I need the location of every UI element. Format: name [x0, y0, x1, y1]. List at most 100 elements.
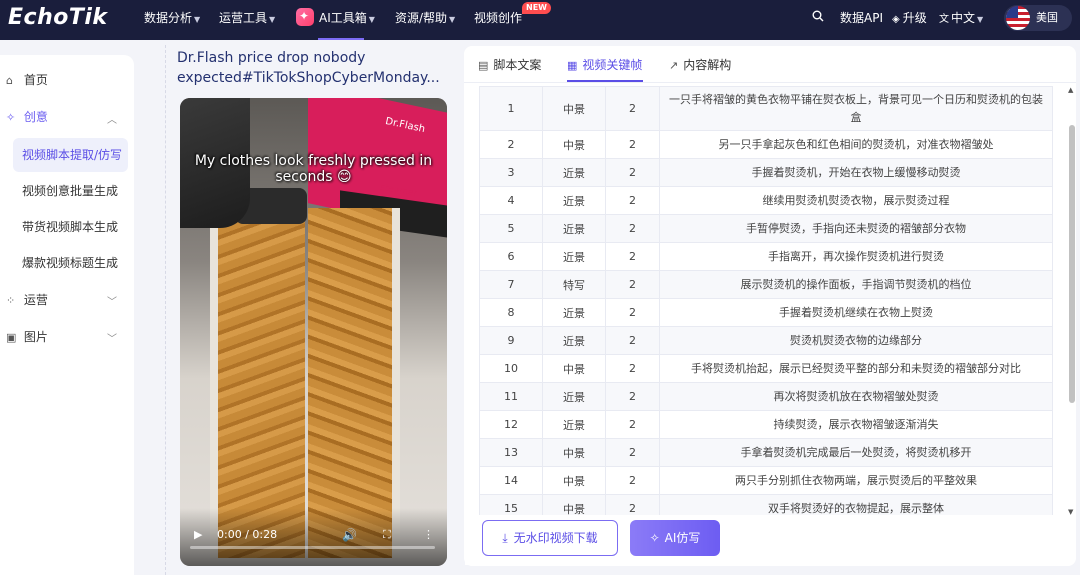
shot-number: 1 — [479, 86, 543, 131]
tab-label: 视频关键帧 — [582, 58, 643, 72]
sidebar-item-label: 图片 — [23, 330, 48, 344]
shot-scale: 近景 — [542, 214, 606, 243]
shot-number: 3 — [479, 158, 543, 187]
video-player[interactable]: Dr.Flash steamer My clothes look freshly… — [180, 98, 447, 566]
play-icon[interactable]: ▶ — [194, 528, 202, 541]
us-flag-icon — [1006, 6, 1030, 30]
document-icon: ▤ — [478, 59, 489, 72]
shot-number: 6 — [479, 242, 543, 271]
shot-number: 4 — [479, 186, 543, 215]
sidebar-item-operation[interactable]: ⁘ 运营 — [6, 288, 48, 312]
fullscreen-icon[interactable]: ⛶ — [383, 528, 391, 542]
echotik-logo[interactable]: EchoTik — [8, 5, 108, 30]
shot-description: 展示熨烫机的操作面板，手指调节熨烫机的档位 — [659, 270, 1053, 299]
lightbulb-icon: ✧ — [6, 111, 16, 124]
shot-duration: 2 — [605, 382, 660, 411]
shot-number: 7 — [479, 270, 543, 299]
video-caption: My clothes look freshly pressed in secon… — [194, 153, 433, 185]
shot-scale: 近景 — [542, 298, 606, 327]
table-row: 3 近景 2 手握着熨烫机，开始在衣物上缓慢移动熨烫 — [479, 158, 1053, 187]
chevron-down-icon[interactable]: ﹀ — [107, 330, 117, 345]
search-icon[interactable] — [812, 10, 824, 25]
nav-upgrade[interactable]: ◈ 升级 — [892, 0, 927, 40]
sidebar-item-video-script-extract[interactable]: 视频脚本提取/仿写 — [13, 138, 128, 172]
nav-label: 运营工具 — [219, 11, 268, 25]
video-frame-cloth — [308, 208, 400, 558]
shot-description: 手指离开，再次操作熨烫机进行熨烫 — [659, 242, 1053, 271]
sidebar-item-home[interactable]: ⌂ 首页 — [6, 68, 48, 92]
shot-duration: 2 — [605, 354, 660, 383]
shot-number: 10 — [479, 354, 543, 383]
shot-duration: 2 — [605, 130, 660, 159]
shot-duration: 2 — [605, 186, 660, 215]
grid-dots-icon: ⁘ — [6, 294, 16, 307]
volume-icon[interactable]: 🔊 — [342, 528, 357, 542]
sidebar-item-video-idea-batch[interactable]: 视频创意批量生成 — [13, 174, 128, 208]
chevron-down-icon[interactable]: ﹀ — [107, 293, 117, 308]
divider — [464, 82, 1076, 83]
shot-scale: 中景 — [542, 438, 606, 467]
shot-number: 12 — [479, 410, 543, 439]
table-row: 5 近景 2 手暂停熨烫，手指向还未熨烫的褶皱部分衣物 — [479, 214, 1053, 243]
nav-label: 中文 — [951, 11, 976, 25]
nav-data-api[interactable]: 数据API — [840, 0, 883, 40]
shot-description: 熨烫机熨烫衣物的边缘部分 — [659, 326, 1053, 355]
shot-scale: 特写 — [542, 270, 606, 299]
sidebar-item-selling-script[interactable]: 带货视频脚本生成 — [13, 210, 128, 244]
tab-content-analysis[interactable]: ↗ 内容解构 — [669, 56, 731, 73]
video-frame-cloth — [210, 208, 305, 558]
shot-description: 手暂停熨烫，手指向还未熨烫的褶皱部分衣物 — [659, 214, 1053, 243]
shot-duration: 2 — [605, 410, 660, 439]
chevron-down-icon: ▼ — [194, 15, 201, 24]
shot-scale: 近景 — [542, 326, 606, 355]
sidebar-item-label: 首页 — [23, 73, 48, 87]
nav-resources-help[interactable]: 资源/帮助 ▼ — [395, 0, 455, 40]
table-row: 9 近景 2 熨烫机熨烫衣物的边缘部分 — [479, 326, 1053, 355]
shot-scale: 近景 — [542, 158, 606, 187]
download-icon: ⤓ — [502, 531, 508, 545]
tab-keyframes[interactable]: ▦ 视频关键帧 — [567, 56, 642, 73]
shot-duration: 2 — [605, 242, 660, 271]
script-panel: ▤ 脚本文案 ▦ 视频关键帧 ↗ 内容解构 1 中景 2 一只手将褶皱的黄色衣物平铺在熨衣板… — [464, 46, 1076, 566]
shot-description: 两只手分别抓住衣物两端，展示熨烫后的平整效果 — [659, 466, 1053, 495]
download-no-watermark-button[interactable]: ⤓ 无水印视频下载 — [482, 520, 618, 556]
shot-scale: 近景 — [542, 410, 606, 439]
trend-icon: ↗ — [669, 59, 679, 72]
table-row: 4 近景 2 继续用熨烫机熨烫衣物，展示熨烫过程 — [479, 186, 1053, 215]
shot-description: 持续熨烫，展示衣物褶皱逐渐消失 — [659, 410, 1053, 439]
scroll-up-arrow-icon[interactable]: ▲ — [1068, 86, 1073, 94]
region-selector[interactable]: 美国 — [1004, 5, 1072, 31]
more-options-icon[interactable]: ⋮ — [423, 528, 434, 541]
table-row: 6 近景 2 手指离开，再次操作熨烫机进行熨烫 — [479, 242, 1053, 271]
shot-number: 9 — [479, 326, 543, 355]
tab-script[interactable]: ▤ 脚本文案 — [478, 56, 541, 73]
shot-duration: 2 — [605, 86, 660, 131]
scrollbar-thumb[interactable] — [1069, 125, 1075, 403]
video-progress-bar[interactable] — [190, 546, 435, 549]
nav-label: 升级 — [902, 11, 927, 25]
table-row: 8 近景 2 手握着熨烫机继续在衣物上熨烫 — [479, 298, 1053, 327]
shot-scale: 近景 — [542, 186, 606, 215]
shot-duration: 2 — [605, 214, 660, 243]
table-row: 11 近景 2 再次将熨烫机放在衣物褶皱处熨烫 — [479, 382, 1053, 411]
chevron-up-icon[interactable]: ︿ — [107, 111, 117, 126]
nav-language[interactable]: 文中文 ▼ — [939, 0, 983, 40]
shot-description: 再次将熨烫机放在衣物褶皱处熨烫 — [659, 382, 1053, 411]
nav-label: 视频创作 — [474, 11, 523, 25]
sidebar-item-creative[interactable]: ✧ 创意 — [6, 105, 48, 129]
nav-operation-tools[interactable]: 运营工具 ▼ — [219, 0, 275, 40]
shot-scale: 中景 — [542, 86, 606, 131]
table-row: 13 中景 2 手拿着熨烫机完成最后一处熨烫，将熨烫机移开 — [479, 438, 1053, 467]
nav-data-analysis[interactable]: 数据分析 ▼ — [144, 0, 200, 40]
shot-number: 11 — [479, 382, 543, 411]
sidebar-item-image[interactable]: ▣ 图片 — [6, 325, 48, 349]
region-label: 美国 — [1036, 11, 1058, 24]
nav-video-creation[interactable]: 视频创作 — [474, 0, 522, 40]
nav-ai-toolbox[interactable]: AI工具箱▼ — [296, 0, 375, 40]
scroll-down-arrow-icon[interactable]: ▼ — [1068, 508, 1073, 516]
shot-description: 手握着熨烫机，开始在衣物上缓慢移动熨烫 — [659, 158, 1053, 187]
sidebar-item-hot-title[interactable]: 爆款视频标题生成 — [13, 246, 128, 280]
shot-description: 另一只手拿起灰色和红色相间的熨烫机，对准衣物褶皱处 — [659, 130, 1053, 159]
shot-description: 继续用熨烫机熨烫衣物，展示熨烫过程 — [659, 186, 1053, 215]
ai-rewrite-button[interactable]: ✧ AI仿写 — [630, 520, 720, 556]
